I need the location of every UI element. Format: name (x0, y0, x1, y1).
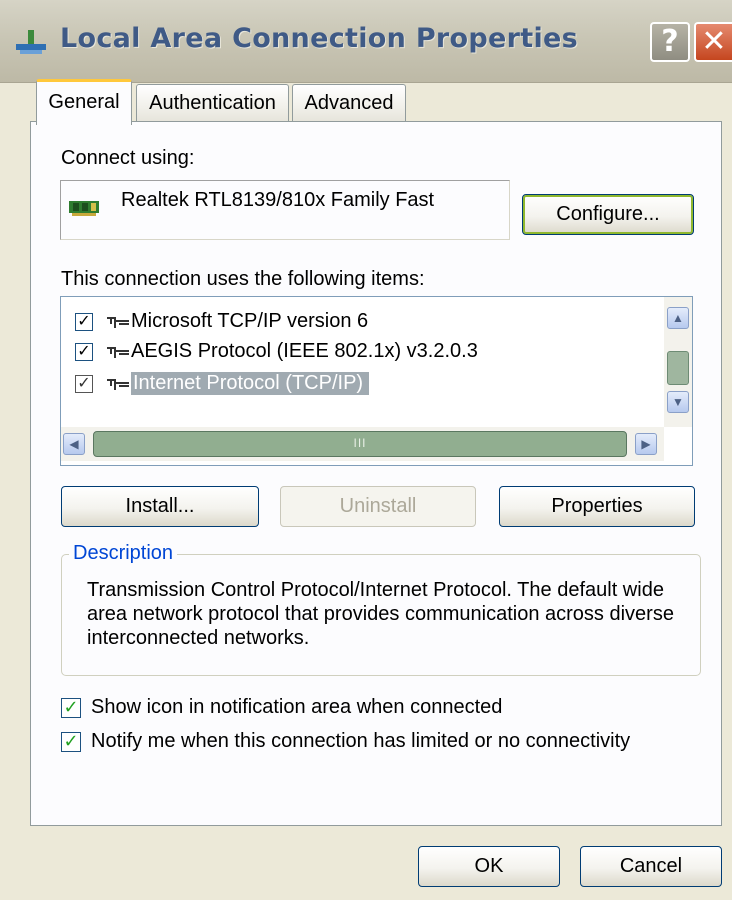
cancel-button[interactable]: Cancel (580, 846, 722, 887)
components-list[interactable]: ✓ Microsoft TCP/IP version 6 ✓ AEGIS Pro… (60, 296, 693, 466)
ok-button[interactable]: OK (418, 846, 560, 887)
connect-using-label: Connect using: (61, 147, 195, 169)
item-checkbox[interactable]: ✓ (75, 343, 93, 361)
network-protocol-icon (107, 379, 129, 390)
description-title: Description (69, 542, 178, 565)
title-bar[interactable]: Local Area Connection Properties ? ✕ (0, 0, 732, 83)
help-button[interactable]: ? (650, 22, 690, 62)
general-tab-panel: Connect using: Realtek RTL8139/810x Fami… (30, 121, 722, 826)
scroll-right-icon[interactable]: ▶ (635, 433, 657, 455)
configure-button[interactable]: Configure... (522, 194, 694, 235)
adapter-name: Realtek RTL8139/810x Family Fast (121, 189, 435, 211)
description-text: Transmission Control Protocol/Internet P… (87, 579, 674, 649)
show-icon-label[interactable]: Show icon in notification area when conn… (91, 696, 502, 719)
uninstall-button[interactable]: Uninstall (280, 486, 476, 527)
scroll-up-icon[interactable]: ▲ (667, 307, 689, 329)
item-checkbox[interactable]: ✓ (75, 313, 93, 331)
scroll-down-icon[interactable]: ▼ (667, 391, 689, 413)
horizontal-scrollbar[interactable]: ◀ III ▶ (61, 427, 664, 461)
network-protocol-icon (107, 347, 129, 358)
properties-button[interactable]: Properties (499, 486, 695, 527)
show-icon-checkbox[interactable]: ✓ (61, 698, 81, 718)
notify-label[interactable]: Notify me when this connection has limit… (91, 730, 630, 753)
list-item-tcpip-v6[interactable]: ✓ Microsoft TCP/IP version 6 (75, 309, 635, 337)
item-checkbox[interactable]: ✓ (75, 375, 93, 393)
network-adapter-icon (69, 201, 99, 216)
items-label: This connection uses the following items… (61, 268, 425, 290)
item-label: AEGIS Protocol (IEEE 802.1x) v3.2.0.3 (131, 340, 478, 362)
vertical-scrollbar[interactable]: ▲ ▼ (664, 297, 692, 427)
scroll-left-icon[interactable]: ◀ (63, 433, 85, 455)
install-button[interactable]: Install... (61, 486, 259, 527)
list-item-aegis[interactable]: ✓ AEGIS Protocol (IEEE 802.1x) v3.2.0.3 (75, 339, 635, 367)
notify-checkbox[interactable]: ✓ (61, 732, 81, 752)
item-label: Internet Protocol (TCP/IP) (131, 372, 370, 395)
tab-advanced[interactable]: Advanced (292, 84, 406, 122)
close-button[interactable]: ✕ (694, 22, 732, 62)
list-item-tcpip[interactable]: ✓ Internet Protocol (TCP/IP) (75, 371, 635, 399)
network-protocol-icon (107, 317, 129, 328)
horizontal-scroll-thumb[interactable]: III (93, 431, 627, 457)
item-label: Microsoft TCP/IP version 6 (131, 310, 369, 332)
network-connection-icon (16, 30, 46, 54)
vertical-scroll-thumb[interactable] (667, 351, 689, 385)
tab-authentication[interactable]: Authentication (136, 84, 289, 122)
tab-general[interactable]: General (36, 79, 132, 125)
window-title: Local Area Connection Properties (60, 23, 578, 54)
adapter-box: Realtek RTL8139/810x Family Fast (60, 180, 510, 240)
